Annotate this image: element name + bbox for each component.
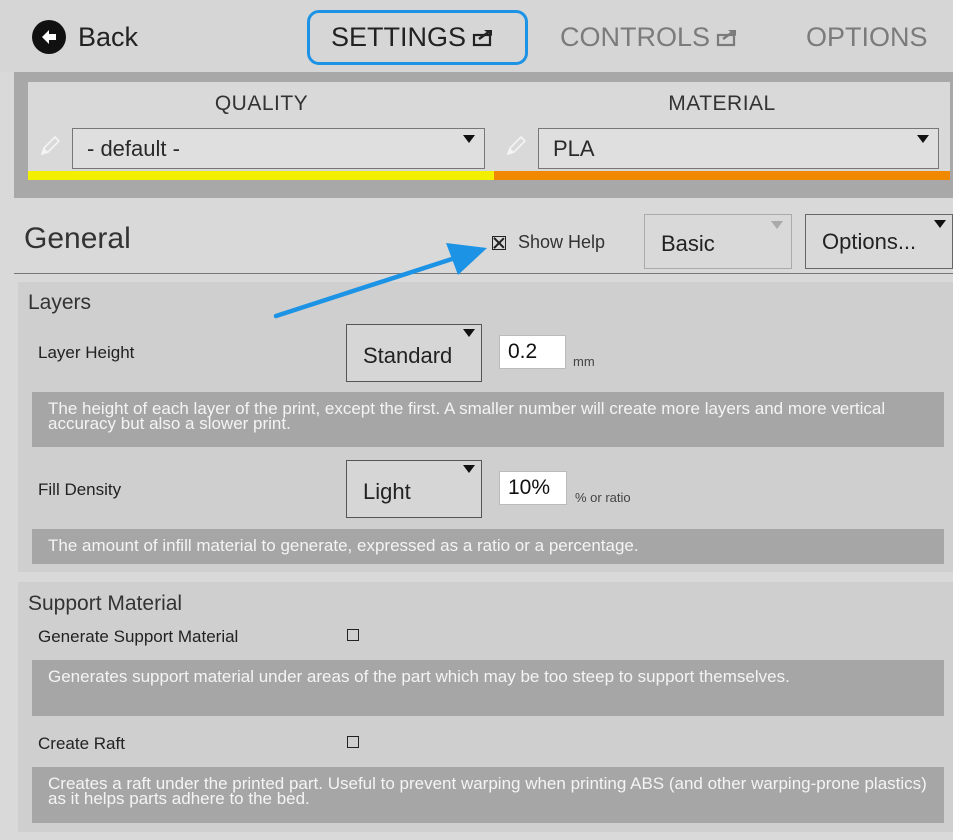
tab-settings-label: SETTINGS: [331, 21, 467, 52]
general-title: General: [24, 222, 131, 255]
quality-title: QUALITY: [214, 92, 309, 115]
back-label: Back: [78, 21, 139, 52]
popout-icon: [472, 30, 493, 47]
chevron-down-icon: [771, 221, 783, 229]
generate-support-label: Generate Support Material: [38, 627, 239, 646]
fill-density-help: The amount of infill material to generat…: [32, 529, 944, 564]
create-raft-checkbox[interactable]: [347, 736, 359, 748]
layer-height-help: The height of each layer of the print, e…: [32, 392, 944, 447]
layers-title: Layers: [28, 291, 92, 314]
create-raft-help: Creates a raft under the printed part. U…: [32, 767, 944, 823]
fill-density-unit: % or ratio: [575, 490, 631, 505]
show-help-label: Show Help: [518, 232, 606, 252]
fill-density-label: Fill Density: [38, 480, 122, 499]
mode-value: Basic: [661, 230, 715, 256]
show-help-toggle[interactable]: Show Help: [492, 232, 605, 253]
layer-height-unit: mm: [573, 354, 595, 369]
support-section: Support Material Generate Support Materi…: [18, 582, 953, 832]
chevron-down-icon: [463, 465, 475, 473]
layer-height-label: Layer Height: [38, 343, 135, 362]
tab-controls[interactable]: CONTROLS: [560, 18, 740, 56]
generate-support-help: Generates support material under areas o…: [32, 660, 944, 716]
tab-options[interactable]: OPTIONS: [806, 18, 928, 56]
quality-value: - default -: [87, 135, 180, 161]
support-title: Support Material: [28, 592, 183, 615]
popout-icon: [716, 30, 737, 47]
quality-preset: QUALITY - default -: [28, 82, 495, 180]
layer-height-preset-value: Standard: [363, 343, 453, 368]
chevron-down-icon: [917, 135, 929, 143]
quality-select[interactable]: - default -: [72, 128, 485, 169]
chevron-down-icon: [463, 329, 475, 337]
material-preset: MATERIAL PLA: [494, 82, 950, 180]
fill-density-preset-value: Light: [363, 479, 411, 504]
fill-density-preset-select[interactable]: Light: [346, 460, 482, 518]
options-label: Options...: [822, 228, 917, 254]
create-raft-label: Create Raft: [38, 734, 125, 753]
chevron-down-icon: [934, 220, 946, 228]
material-value: PLA: [553, 135, 595, 161]
tab-settings[interactable]: SETTINGS: [331, 18, 496, 56]
mode-select[interactable]: Basic: [644, 214, 792, 269]
options-dropdown-button[interactable]: Options...: [805, 214, 953, 269]
pencil-icon[interactable]: [504, 134, 528, 158]
fill-density-value: 10%: [508, 476, 551, 499]
header-divider: [14, 273, 953, 274]
chevron-down-icon: [463, 135, 475, 143]
material-select[interactable]: PLA: [538, 128, 939, 169]
preset-panel: QUALITY - default - MATERIAL PLA: [14, 72, 953, 198]
pencil-icon[interactable]: [38, 134, 62, 158]
layers-section: Layers Layer Height Standard 0.2 mm The …: [18, 282, 953, 572]
material-title: MATERIAL: [668, 92, 776, 115]
fill-density-input[interactable]: 10%: [499, 471, 567, 505]
back-button[interactable]: Back: [32, 20, 138, 54]
show-help-checkbox[interactable]: [492, 235, 506, 250]
layer-height-value: 0.2: [508, 340, 538, 363]
generate-support-checkbox[interactable]: [347, 629, 359, 641]
tab-options-label: OPTIONS: [806, 21, 928, 52]
layer-height-preset-select[interactable]: Standard: [346, 324, 482, 382]
back-arrow-icon: [32, 20, 66, 54]
tab-controls-label: CONTROLS: [560, 21, 711, 52]
top-tab-bar: Back SETTINGS CONTROLS OPTIONS: [0, 0, 953, 72]
layer-height-input[interactable]: 0.2: [499, 335, 566, 369]
